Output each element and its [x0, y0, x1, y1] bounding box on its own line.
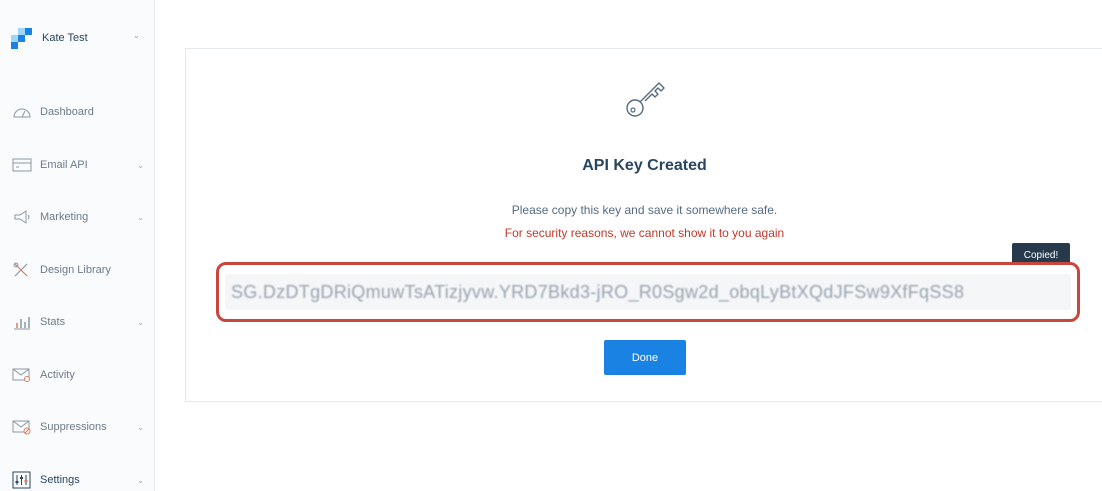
sidebar-item-label: Marketing: [40, 211, 89, 224]
sidebar-item-label: Activity: [40, 368, 75, 381]
sidebar: Kate Test ⌄ Dashboard Email API ⌄ Market…: [0, 0, 155, 491]
card-title: API Key Created: [582, 157, 707, 174]
activity-icon: [12, 365, 32, 385]
sidebar-item-label: Settings: [40, 473, 80, 486]
api-key-value[interactable]: SG.DzDTgDRiQmuwTsATizjyvw.YRD7Bkd3-jRO_R…: [231, 282, 964, 303]
sidebar-item-label: Dashboard: [40, 106, 94, 119]
sidebar-item-label: Suppressions: [40, 421, 107, 434]
stats-icon: [12, 312, 32, 332]
account-switcher[interactable]: Kate Test ⌄: [11, 24, 146, 52]
chevron-down-icon: ⌄: [137, 160, 144, 170]
sidebar-nav: Dashboard Email API ⌄ Marketing ⌄ Design…: [0, 86, 154, 491]
sidebar-item-stats[interactable]: Stats ⌄: [0, 296, 154, 349]
email-api-icon: [12, 155, 32, 175]
sidebar-item-suppressions[interactable]: Suppressions ⌄: [0, 401, 154, 454]
sidebar-item-email-api[interactable]: Email API ⌄: [0, 139, 154, 192]
chevron-down-icon: ⌄: [132, 30, 140, 40]
sendgrid-logo-icon: [11, 27, 33, 49]
app: Kate Test ⌄ Dashboard Email API ⌄ Market…: [0, 0, 1102, 491]
sidebar-item-label: Stats: [40, 316, 66, 329]
suppressions-icon: [12, 417, 32, 437]
api-key-field[interactable]: SG.DzDTgDRiQmuwTsATizjyvw.YRD7Bkd3-jRO_R…: [225, 274, 1071, 310]
api-key-created-card: API Key Created Please copy this key and…: [185, 48, 1102, 402]
sidebar-item-activity[interactable]: Activity: [0, 349, 154, 402]
security-warning: For security reasons, we cannot show it …: [504, 226, 785, 240]
dashboard-icon: [12, 102, 32, 122]
chevron-down-icon: ⌄: [137, 475, 144, 485]
sidebar-item-marketing[interactable]: Marketing ⌄: [0, 191, 154, 244]
design-library-icon: [12, 260, 32, 280]
sidebar-item-dashboard[interactable]: Dashboard: [0, 86, 154, 139]
done-button[interactable]: Done: [604, 340, 686, 375]
account-name: Kate Test: [42, 32, 88, 44]
chevron-down-icon: ⌄: [137, 213, 144, 222]
sidebar-item-settings[interactable]: Settings ⌄: [0, 454, 154, 491]
api-key-highlight: SG.DzDTgDRiQmuwTsATizjyvw.YRD7Bkd3-jRO_R…: [216, 262, 1080, 322]
sidebar-item-label: Design Library: [40, 263, 111, 276]
megaphone-icon: [12, 207, 32, 227]
chevron-down-icon: ⌄: [137, 423, 144, 432]
sidebar-item-label: Email API: [40, 158, 88, 171]
sidebar-item-design-library[interactable]: Design Library: [0, 244, 154, 297]
settings-icon: [12, 470, 32, 490]
key-icon: [621, 74, 671, 124]
card-description: Please copy this key and save it somewhe…: [511, 203, 778, 217]
chevron-down-icon: ⌄: [137, 318, 144, 327]
